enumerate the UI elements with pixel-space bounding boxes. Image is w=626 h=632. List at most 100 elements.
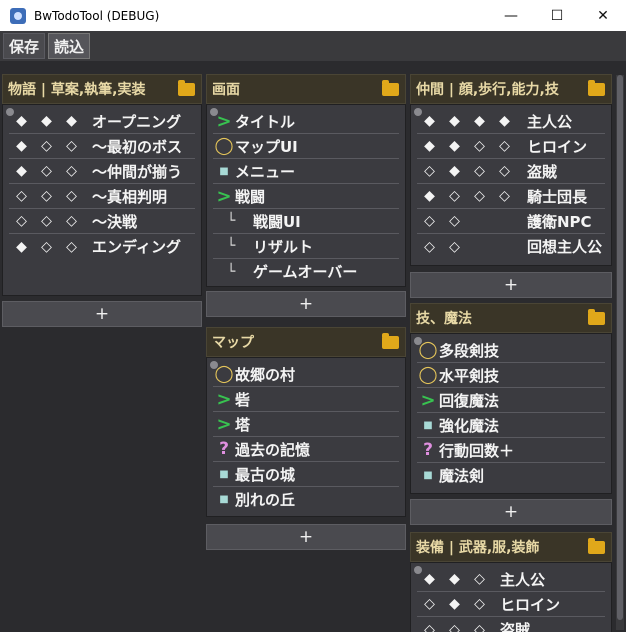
filled-diamond-icon[interactable]: ◆ (9, 138, 34, 154)
empty-diamond-icon[interactable]: ◇ (467, 622, 492, 632)
list-item[interactable]: ◆ ◆ ◇ 主人公 (417, 567, 605, 592)
todo-square-icon[interactable]: ■ (213, 494, 235, 505)
empty-diamond-icon[interactable]: ◇ (442, 622, 467, 632)
filled-diamond-icon[interactable]: ◆ (9, 163, 34, 179)
todo-square-icon[interactable]: ■ (213, 166, 235, 177)
list-item[interactable]: > 戦闘 (213, 184, 399, 209)
drag-handle-icon[interactable] (414, 566, 422, 574)
list-item[interactable]: ◇ ◆ ◇ ヒロイン (417, 592, 605, 617)
todo-square-icon[interactable]: ■ (417, 470, 439, 481)
list-item[interactable]: ? 行動回数＋ (417, 438, 605, 463)
empty-diamond-icon[interactable]: ◇ (417, 622, 442, 632)
empty-diamond-icon[interactable]: ◇ (9, 213, 34, 229)
vertical-scrollbar[interactable] (616, 75, 624, 630)
empty-diamond-icon[interactable]: ◇ (467, 571, 492, 587)
list-item[interactable]: ◇ ◇ 護衛NPC (417, 209, 605, 234)
filled-diamond-icon[interactable]: ◆ (442, 596, 467, 612)
scroll-thumb[interactable] (617, 75, 623, 620)
drag-handle-icon[interactable] (414, 337, 422, 345)
list-item[interactable]: > 塔 (213, 412, 399, 437)
save-button[interactable]: 保存 (3, 33, 46, 59)
unknown-question-icon[interactable]: ? (213, 439, 235, 459)
sub-item-corner-icon[interactable]: └ (213, 238, 253, 254)
sub-item-corner-icon[interactable]: └ (213, 264, 253, 280)
filled-diamond-icon[interactable]: ◆ (442, 163, 467, 179)
list-item[interactable]: ? 過去の記憶 (213, 437, 399, 462)
list-item[interactable]: └ 戦闘UI (213, 209, 399, 234)
done-arrow-icon[interactable]: > (417, 390, 439, 411)
empty-diamond-icon[interactable]: ◇ (9, 188, 34, 204)
add-button-party[interactable]: + (410, 272, 612, 298)
unknown-question-icon[interactable]: ? (417, 440, 439, 460)
empty-diamond-icon[interactable]: ◇ (467, 138, 492, 154)
list-item[interactable]: ◆ ◆ ◇ ◇ ヒロイン (417, 134, 605, 159)
list-item[interactable]: ◇ ◇ ◇ ～決戦 (9, 209, 195, 234)
blank-mark[interactable] (492, 239, 517, 255)
in-progress-circle-icon[interactable]: ◯ (213, 136, 235, 156)
list-item[interactable]: ◯ 故郷の村 (213, 362, 399, 387)
list-item[interactable]: ◇ ◇ ◇ 盗賊 (417, 617, 605, 632)
list-item[interactable]: ◆ ◆ ◆ オープニング (9, 109, 195, 134)
folder-icon[interactable] (178, 80, 195, 96)
todo-square-icon[interactable]: ■ (417, 420, 439, 431)
folder-icon[interactable] (588, 309, 605, 325)
filled-diamond-icon[interactable]: ◆ (9, 113, 34, 129)
filled-diamond-icon[interactable]: ◆ (417, 138, 442, 154)
list-item[interactable]: ◇ ◆ ◇ ◇ 盗賊 (417, 159, 605, 184)
list-item[interactable]: ◯ 多段剣技 (417, 338, 605, 363)
filled-diamond-icon[interactable]: ◆ (442, 571, 467, 587)
empty-diamond-icon[interactable]: ◇ (417, 596, 442, 612)
empty-diamond-icon[interactable]: ◇ (34, 163, 59, 179)
folder-icon[interactable] (382, 80, 399, 96)
empty-diamond-icon[interactable]: ◇ (59, 213, 84, 229)
folder-icon[interactable] (588, 80, 605, 96)
empty-diamond-icon[interactable]: ◇ (442, 239, 467, 255)
filled-diamond-icon[interactable]: ◆ (34, 113, 59, 129)
filled-diamond-icon[interactable]: ◆ (442, 138, 467, 154)
list-item[interactable]: > タイトル (213, 109, 399, 134)
in-progress-circle-icon[interactable]: ◯ (417, 365, 439, 385)
empty-diamond-icon[interactable]: ◇ (59, 163, 84, 179)
drag-handle-icon[interactable] (210, 361, 218, 369)
empty-diamond-icon[interactable]: ◇ (34, 188, 59, 204)
load-button[interactable]: 読込 (48, 33, 91, 59)
list-item[interactable]: └ リザルト (213, 234, 399, 259)
list-item[interactable]: > 回復魔法 (417, 388, 605, 413)
list-item[interactable]: ■ 魔法剣 (417, 463, 605, 488)
drag-handle-icon[interactable] (414, 108, 422, 116)
list-item[interactable]: ◆ ◇ ◇ ～仲間が揃う (9, 159, 195, 184)
list-item[interactable]: └ ゲームオーバー (213, 259, 399, 284)
empty-diamond-icon[interactable]: ◇ (442, 188, 467, 204)
list-item[interactable]: ◆ ◇ ◇ エンディング (9, 234, 195, 259)
empty-diamond-icon[interactable]: ◇ (467, 188, 492, 204)
empty-diamond-icon[interactable]: ◇ (59, 239, 84, 255)
maximize-button[interactable]: ☐ (534, 0, 580, 31)
add-button-screens[interactable]: + (206, 291, 406, 317)
minimize-button[interactable]: — (488, 0, 534, 31)
list-item[interactable]: ■ 最古の城 (213, 462, 399, 487)
empty-diamond-icon[interactable]: ◇ (417, 163, 442, 179)
folder-icon[interactable] (382, 333, 399, 349)
filled-diamond-icon[interactable]: ◆ (417, 188, 442, 204)
list-item[interactable]: ■ 別れの丘 (213, 487, 399, 512)
todo-square-icon[interactable]: ■ (213, 469, 235, 480)
empty-diamond-icon[interactable]: ◇ (467, 596, 492, 612)
blank-mark[interactable] (492, 213, 517, 229)
filled-diamond-icon[interactable]: ◆ (417, 113, 442, 129)
filled-diamond-icon[interactable]: ◆ (492, 113, 517, 129)
add-button-maps[interactable]: + (206, 524, 406, 550)
folder-icon[interactable] (588, 538, 605, 554)
empty-diamond-icon[interactable]: ◇ (442, 213, 467, 229)
done-arrow-icon[interactable]: > (213, 389, 235, 410)
blank-mark[interactable] (467, 239, 492, 255)
done-arrow-icon[interactable]: > (213, 186, 235, 207)
drag-handle-icon[interactable] (6, 108, 14, 116)
list-item[interactable]: ◯ 水平剣技 (417, 363, 605, 388)
list-item[interactable]: > 砦 (213, 387, 399, 412)
empty-diamond-icon[interactable]: ◇ (59, 138, 84, 154)
list-item[interactable]: ◇ ◇ ◇ ～真相判明 (9, 184, 195, 209)
list-item[interactable]: ◆ ◆ ◆ ◆ 主人公 (417, 109, 605, 134)
filled-diamond-icon[interactable]: ◆ (9, 239, 34, 255)
add-button-skills[interactable]: + (410, 499, 612, 525)
list-item[interactable]: ■ 強化魔法 (417, 413, 605, 438)
